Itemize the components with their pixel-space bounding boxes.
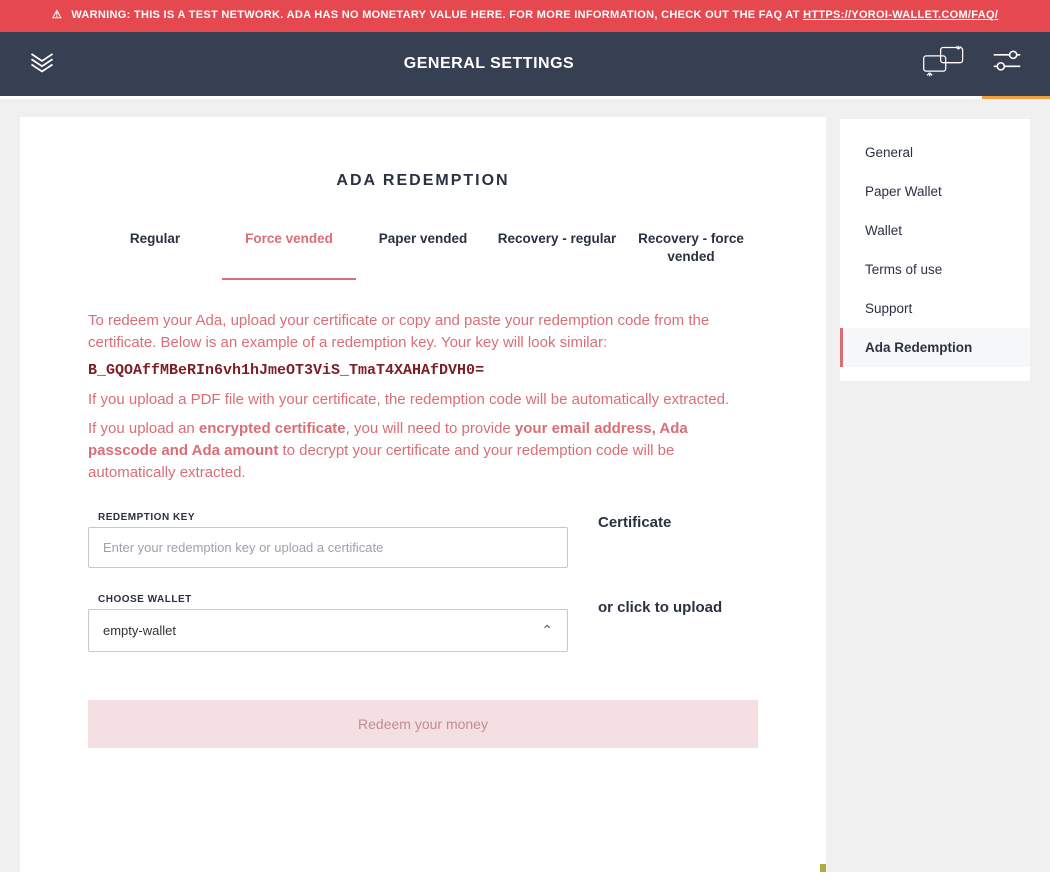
sidebar-item-support[interactable]: Support (840, 289, 1030, 328)
wallet-switch-icon[interactable] (922, 44, 966, 83)
tab-force-vended[interactable]: Force vended (222, 230, 356, 280)
choose-wallet-label: CHOOSE WALLET (98, 594, 568, 605)
tab-regular[interactable]: Regular (88, 230, 222, 280)
sidebar-item-terms[interactable]: Terms of use (840, 250, 1030, 289)
settings-icon[interactable] (992, 48, 1022, 79)
instructions-main: To redeem your Ada, upload your certific… (88, 310, 758, 354)
app-logo[interactable] (28, 47, 56, 80)
redemption-tabs: Regular Force vended Paper vended Recove… (88, 230, 758, 280)
warning-faq-link[interactable]: HTTPS://YOROI-WALLET.COM/FAQ/ (803, 9, 998, 21)
sidebar-item-general[interactable]: General (840, 133, 1030, 172)
chevron-up-icon: ⌃ (541, 622, 553, 639)
topbar: GENERAL SETTINGS (0, 32, 1050, 96)
redeem-button[interactable]: Redeem your money (88, 700, 758, 748)
certificate-heading: Certificate (598, 514, 758, 531)
settings-sidebar: General Paper Wallet Wallet Terms of use… (840, 99, 1050, 872)
redemption-key-input[interactable] (88, 527, 568, 568)
choose-wallet-value: empty-wallet (103, 623, 176, 638)
tab-recovery-force-vended[interactable]: Recovery - force vended (624, 230, 758, 280)
warning-icon: ⚠ (52, 7, 62, 25)
sidebar-item-paper-wallet[interactable]: Paper Wallet (840, 172, 1030, 211)
warning-text: WARNING: THIS IS A TEST NETWORK. ADA HAS… (71, 9, 799, 21)
tab-paper-vended[interactable]: Paper vended (356, 230, 490, 280)
tab-recovery-regular[interactable]: Recovery - regular (490, 230, 624, 280)
choose-wallet-select[interactable]: empty-wallet ⌃ (88, 609, 568, 652)
redemption-key-label: REDEMPTION KEY (98, 512, 568, 523)
sidebar-item-wallet[interactable]: Wallet (840, 211, 1030, 250)
page-title: GENERAL SETTINGS (56, 55, 922, 73)
ada-redemption-panel: ADA REDEMPTION Regular Force vended Pape… (20, 117, 826, 872)
certificate-upload-link[interactable]: or click to upload (598, 599, 758, 616)
testnet-warning-banner: ⚠ WARNING: THIS IS A TEST NETWORK. ADA H… (0, 0, 1050, 32)
sidebar-item-ada-redemption[interactable]: Ada Redemption (840, 328, 1030, 367)
key-example: B_GQOAffMBeRIn6vh1hJmeOT3ViS_TmaT4XAHAfD… (88, 362, 758, 379)
instructions-encrypted: If you upload an encrypted certificate, … (88, 418, 758, 485)
instructions-pdf: If you upload a PDF file with your certi… (88, 389, 758, 411)
panel-title: ADA REDEMPTION (88, 172, 758, 190)
panel-scrollbar[interactable] (820, 117, 826, 872)
